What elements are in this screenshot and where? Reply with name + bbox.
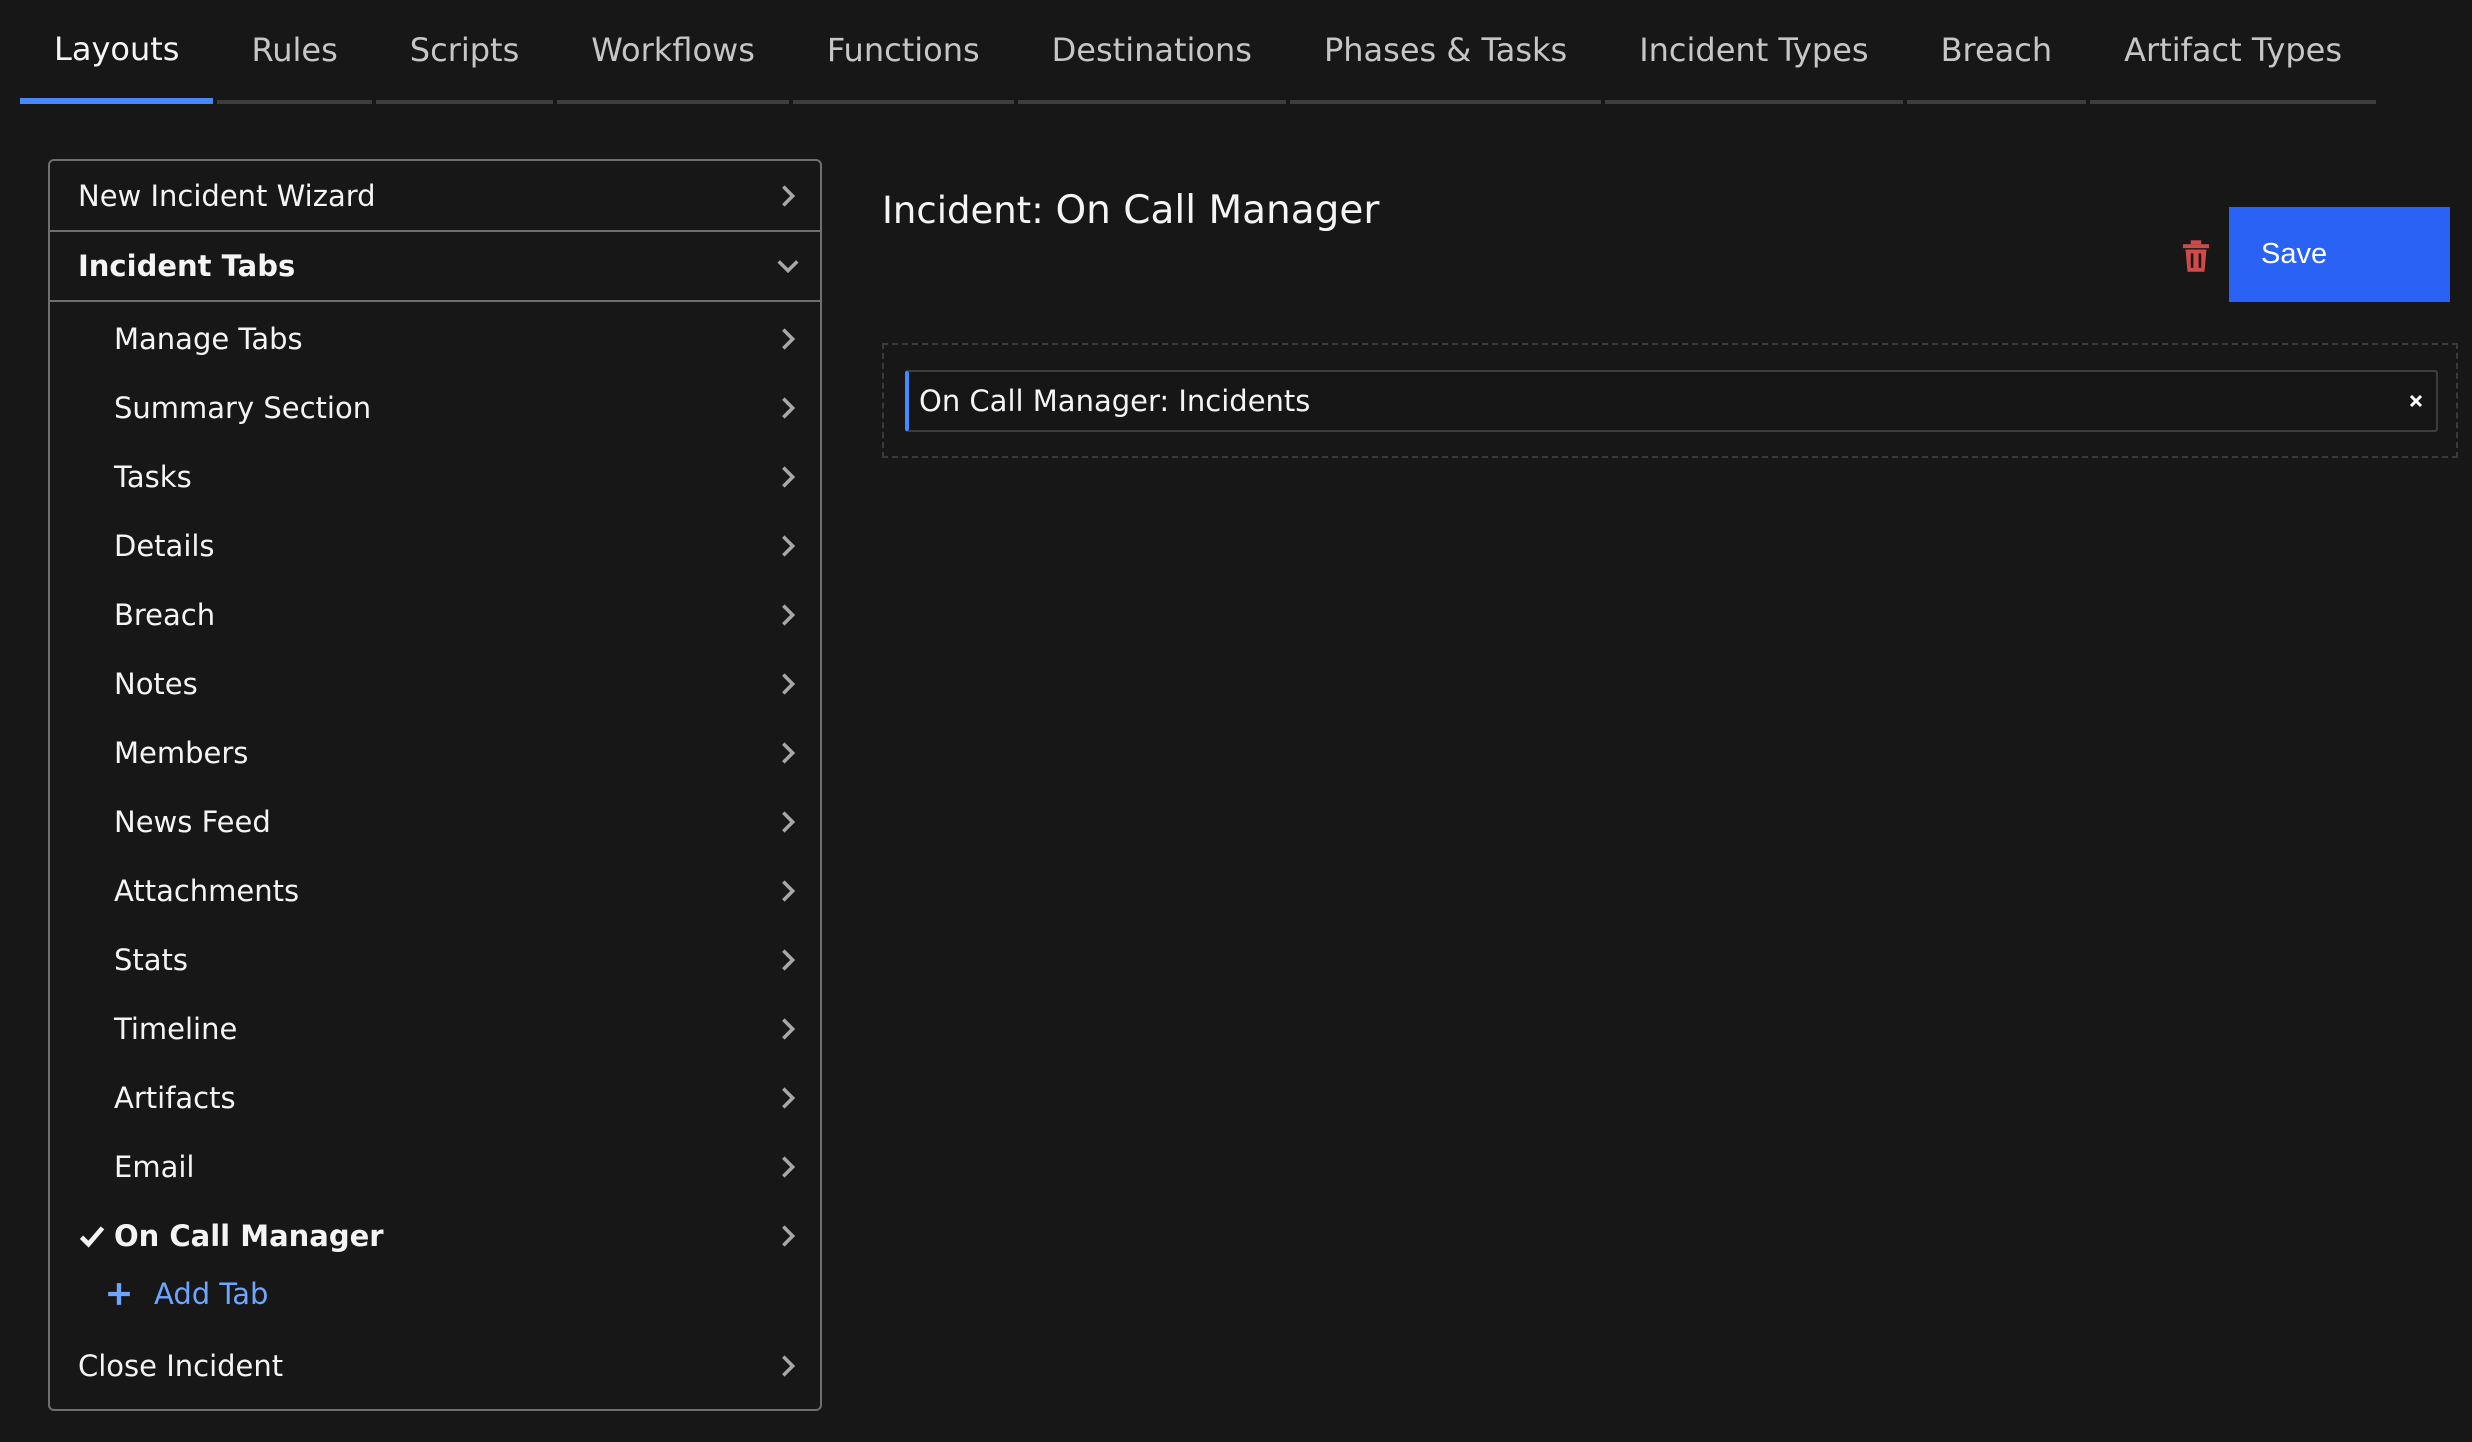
chevron-right-icon bbox=[774, 739, 802, 767]
new-incident-wizard-item[interactable]: New Incident Wizard bbox=[50, 161, 820, 232]
sidebar-item-breach[interactable]: Breach bbox=[50, 580, 820, 649]
sidebar-item-label: On Call Manager bbox=[114, 1218, 384, 1253]
tab-rules[interactable]: Rules bbox=[217, 0, 372, 104]
sidebar-item-stats[interactable]: Stats bbox=[50, 925, 820, 994]
chevron-right-icon bbox=[774, 1352, 802, 1380]
close-incident-label: Close Incident bbox=[78, 1349, 284, 1383]
sidebar-item-news-feed[interactable]: News Feed bbox=[50, 787, 820, 856]
sidebar-item-attachments[interactable]: Attachments bbox=[50, 856, 820, 925]
sidebar-item-label: Timeline bbox=[114, 1011, 238, 1046]
sidebar-item-label: Summary Section bbox=[114, 390, 372, 425]
chevron-right-icon bbox=[774, 1222, 802, 1250]
tab-phases-tasks[interactable]: Phases & Tasks bbox=[1289, 0, 1602, 104]
page-title-prefix: Incident: bbox=[882, 189, 1044, 232]
layout-drop-zone[interactable]: On Call Manager: Incidents bbox=[882, 343, 2458, 458]
sidebar-item-timeline[interactable]: Timeline bbox=[50, 994, 820, 1063]
plus-icon bbox=[106, 1281, 132, 1307]
sidebar-item-manage-tabs[interactable]: Manage Tabs bbox=[50, 304, 820, 373]
add-tab-button[interactable]: Add Tab bbox=[106, 1269, 268, 1319]
sidebar-item-label: Stats bbox=[114, 942, 189, 977]
sidebar-item-label: Breach bbox=[114, 597, 216, 632]
layout-navigator-panel: New Incident Wizard Incident Tabs Manage… bbox=[48, 159, 822, 1411]
close-icon[interactable] bbox=[2406, 391, 2426, 411]
chevron-right-icon bbox=[774, 946, 802, 974]
chevron-right-icon bbox=[774, 325, 802, 353]
page-title: Incident: On Call Manager bbox=[882, 188, 1379, 233]
add-tab-label: Add Tab bbox=[154, 1277, 269, 1311]
tab-breach[interactable]: Breach bbox=[1906, 0, 2087, 104]
tab-artifact-types[interactable]: Artifact Types bbox=[2090, 0, 2376, 104]
sidebar-item-label: Details bbox=[114, 528, 215, 563]
chevron-right-icon bbox=[774, 1084, 802, 1112]
incident-tabs-label: Incident Tabs bbox=[78, 249, 296, 283]
sidebar-item-label: News Feed bbox=[114, 804, 271, 839]
sidebar-item-label: Notes bbox=[114, 666, 198, 701]
sidebar-item-label: Email bbox=[114, 1149, 195, 1184]
sidebar-item-summary-section[interactable]: Summary Section bbox=[50, 373, 820, 442]
tab-functions[interactable]: Functions bbox=[792, 0, 1014, 104]
sidebar-item-on-call-manager[interactable]: On Call Manager bbox=[50, 1201, 820, 1270]
chevron-right-icon bbox=[774, 463, 802, 491]
checkmark-icon bbox=[78, 1222, 106, 1250]
chevron-right-icon bbox=[774, 1153, 802, 1181]
sidebar-item-label: Attachments bbox=[114, 873, 300, 908]
chevron-right-icon bbox=[774, 670, 802, 698]
tab-incident-types[interactable]: Incident Types bbox=[1605, 0, 1903, 104]
save-button[interactable]: Save bbox=[2229, 207, 2450, 302]
sidebar-item-label: Members bbox=[114, 735, 249, 770]
sidebar-item-label: Artifacts bbox=[114, 1080, 236, 1115]
field-label: On Call Manager: Incidents bbox=[919, 384, 1311, 418]
new-incident-wizard-label: New Incident Wizard bbox=[78, 178, 376, 213]
delete-button[interactable] bbox=[2178, 237, 2214, 275]
page-title-name: On Call Manager bbox=[1055, 188, 1380, 233]
tab-workflows[interactable]: Workflows bbox=[557, 0, 789, 104]
tab-destinations[interactable]: Destinations bbox=[1017, 0, 1286, 104]
chevron-right-icon bbox=[774, 394, 802, 422]
trash-icon bbox=[2182, 240, 2210, 272]
chevron-right-icon bbox=[774, 601, 802, 629]
chevron-right-icon bbox=[774, 1015, 802, 1043]
sidebar-item-label: Tasks bbox=[114, 459, 192, 494]
chevron-down-icon bbox=[774, 252, 802, 280]
chevron-right-icon bbox=[774, 808, 802, 836]
sidebar-item-email[interactable]: Email bbox=[50, 1132, 820, 1201]
layout-field-card[interactable]: On Call Manager: Incidents bbox=[905, 370, 2438, 432]
sidebar-item-members[interactable]: Members bbox=[50, 718, 820, 787]
chevron-right-icon bbox=[774, 182, 802, 210]
chevron-right-icon bbox=[774, 877, 802, 905]
sidebar-item-notes[interactable]: Notes bbox=[50, 649, 820, 718]
sidebar-item-details[interactable]: Details bbox=[50, 511, 820, 580]
tab-layouts[interactable]: Layouts bbox=[20, 0, 214, 104]
top-tab-bar: Layouts Rules Scripts Workflows Function… bbox=[20, 0, 2380, 106]
chevron-right-icon bbox=[774, 532, 802, 560]
sidebar-item-tasks[interactable]: Tasks bbox=[50, 442, 820, 511]
close-incident-item[interactable]: Close Incident bbox=[50, 1331, 820, 1401]
incident-tabs-section[interactable]: Incident Tabs bbox=[50, 232, 820, 302]
sidebar-item-artifacts[interactable]: Artifacts bbox=[50, 1063, 820, 1132]
tab-scripts[interactable]: Scripts bbox=[375, 0, 554, 104]
sidebar-item-label: Manage Tabs bbox=[114, 321, 303, 356]
